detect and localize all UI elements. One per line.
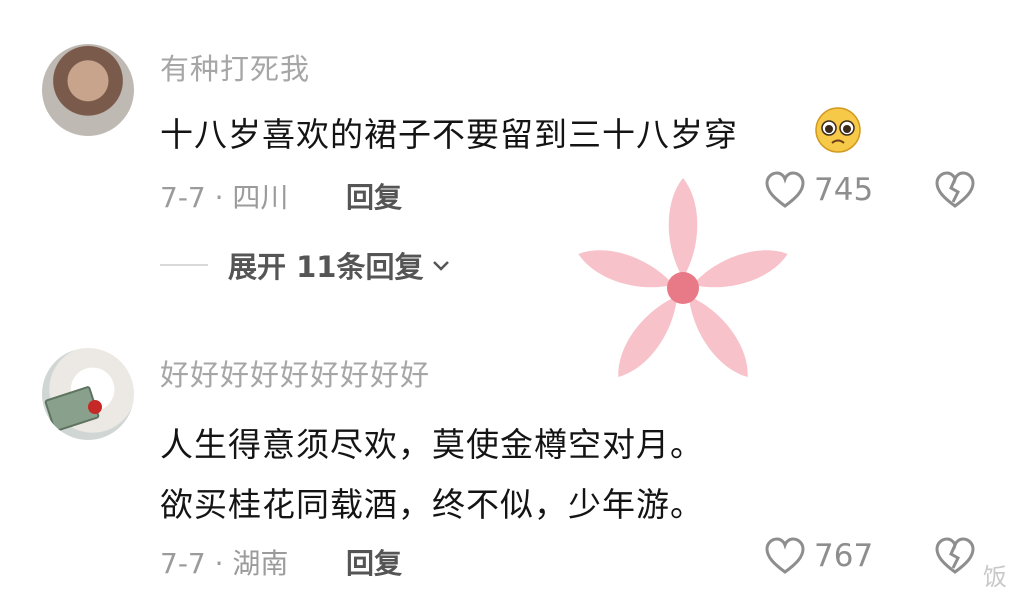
cherry-blossom-decoration [578,178,788,377]
expand-replies-button[interactable]: 展开 11条回复 [160,244,453,286]
broken-heart-icon[interactable] [934,170,976,210]
broken-heart-icon[interactable] [934,536,976,576]
pleading-face-emoji [815,107,861,153]
watermark: 饭 [983,563,1007,591]
comment-text-line: 人生得意须尽欢，莫使金樽空对月。 [160,425,704,464]
comment-text: 十八岁喜欢的裙子不要留到三十八岁穿 [160,115,738,154]
reply-button[interactable]: 回复 [346,542,402,582]
avatar[interactable] [42,348,134,440]
comment-username[interactable]: 好好好好好好好好好 [160,352,430,394]
comment-username[interactable]: 有种打死我 [160,46,310,88]
expand-replies-label: 展开 11条回复 [228,250,424,284]
dog-mouth [88,400,102,414]
like-button[interactable]: 767 [764,536,873,576]
like-count: 767 [814,538,874,574]
chevron-down-icon [433,261,450,271]
heart-outline-icon [765,537,805,574]
reply-button[interactable]: 回复 [346,176,402,216]
comment-date-location: 7-7 · 湖南 [160,547,289,580]
comment-text-line: 欲买桂花同载酒，终不似，少年游。 [160,485,704,524]
like-count: 745 [814,172,874,208]
comment-date-location: 7-7 · 四川 [160,181,289,214]
avatar[interactable] [42,44,134,136]
divider-line [160,264,208,266]
